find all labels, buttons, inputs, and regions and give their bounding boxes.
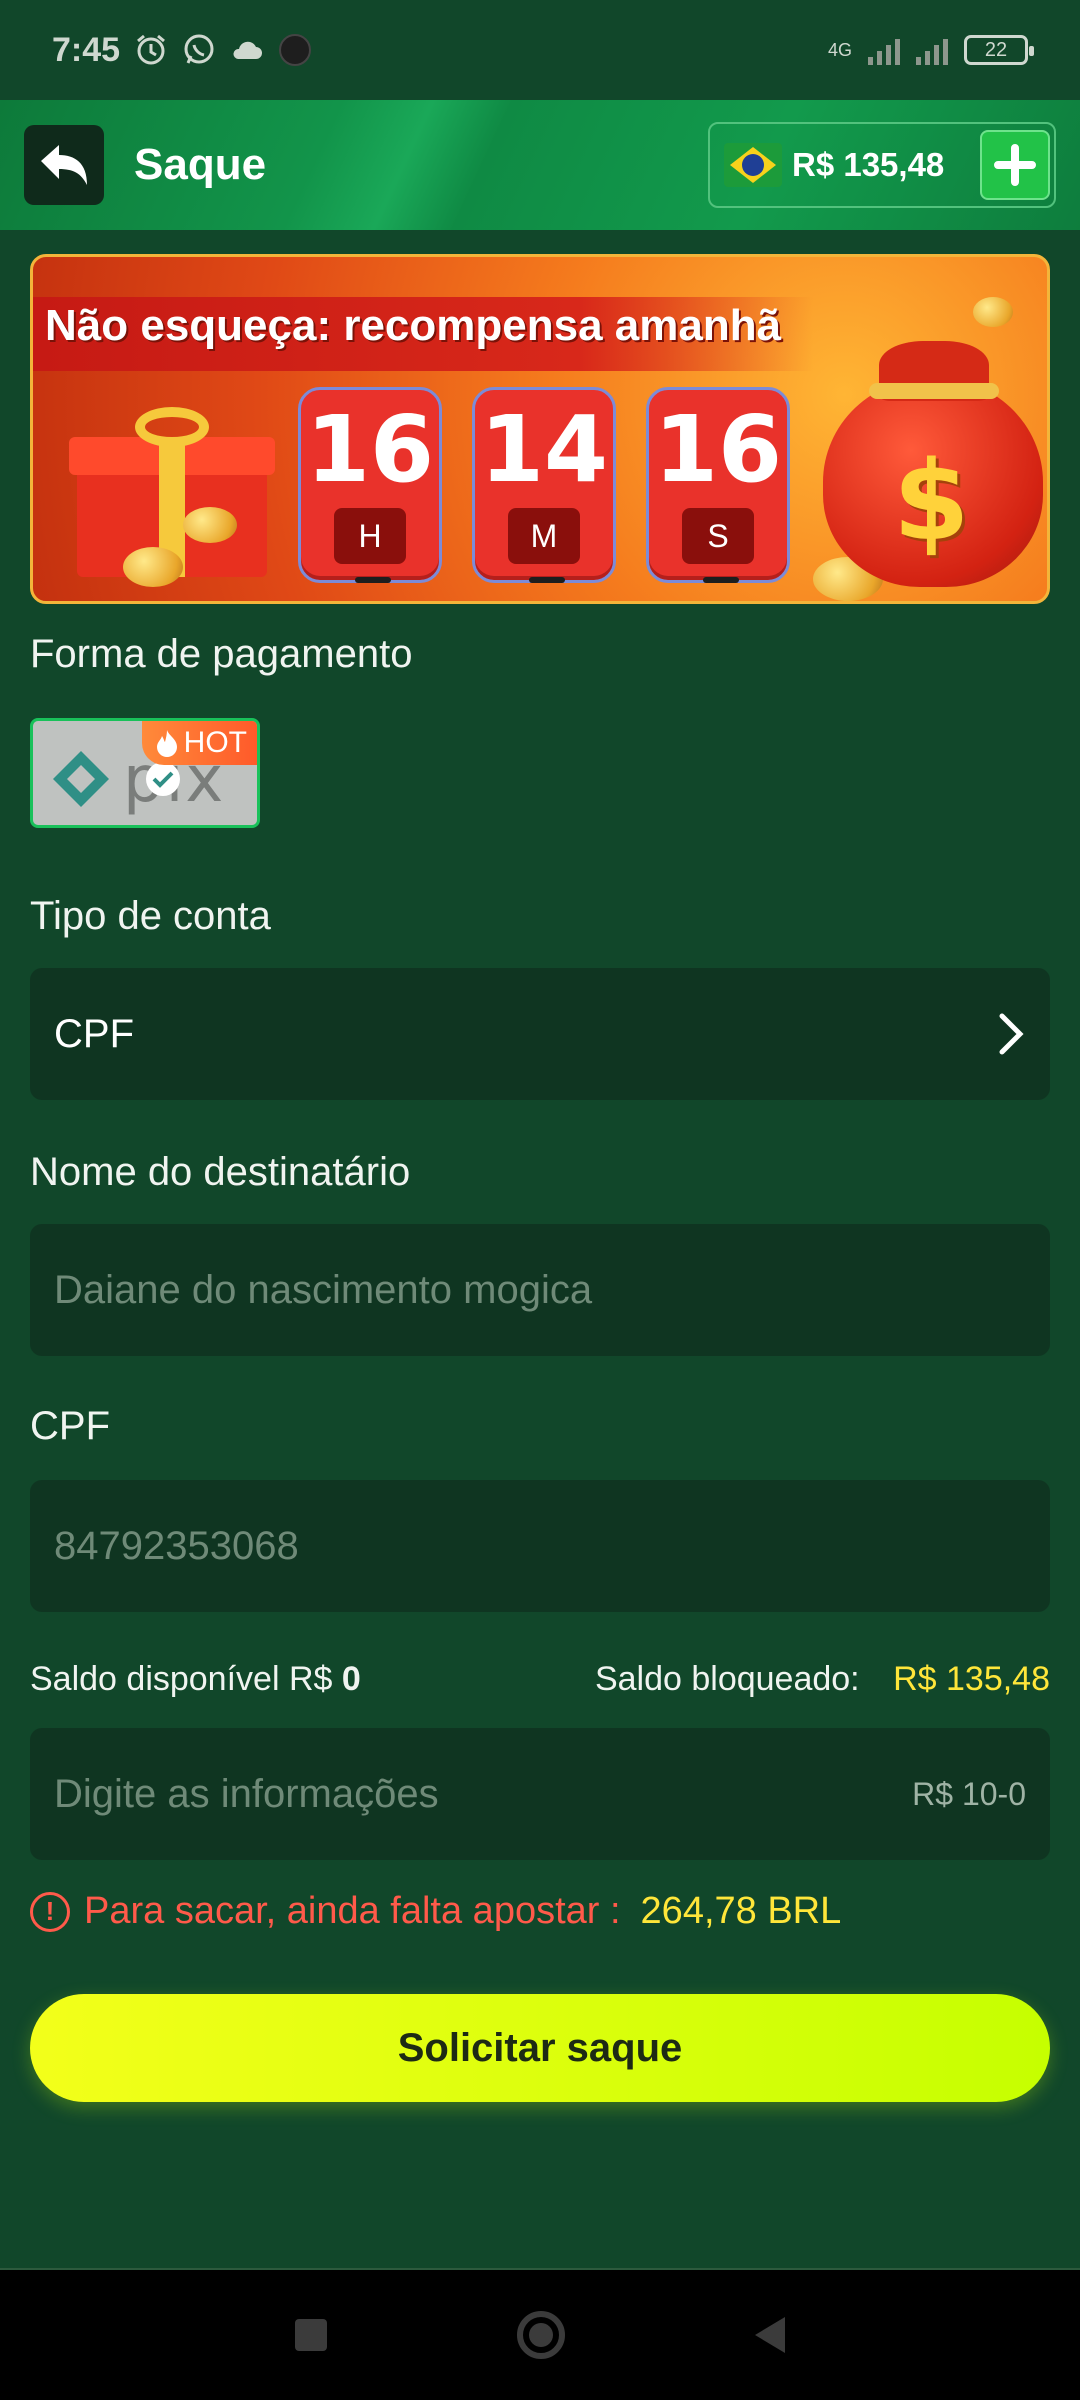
signal-icon-2 [916,35,948,65]
recents-button[interactable] [295,2319,327,2351]
brazil-flag-icon [724,143,782,187]
timer-minutes-value: 14 [479,396,609,503]
battery-level: 22 [984,38,1008,61]
amount-placeholder: Digite as informações [54,1771,439,1816]
warning-amount: 264,78 BRL [640,1890,842,1932]
recipient-name-input[interactable]: Daiane do nascimento mogica [30,1224,1050,1356]
status-time: 7:45 [52,30,121,69]
app-header: Saque R$ 135,48 [0,100,1080,230]
amount-range: R$ 10-0 [912,1775,1026,1812]
back-button[interactable] [24,125,104,205]
payment-method-label: Forma de pagamento [30,632,413,676]
timer-seconds-value: 16 [653,396,783,503]
timer-hours: 16 H [298,387,442,583]
plus-icon [994,144,1036,186]
status-bar: 7:45 4G 22 [0,0,1080,100]
cpf-input[interactable]: 84792353068 [30,1480,1050,1612]
alert-circle-icon: ! [30,1891,70,1932]
check-icon [146,762,180,796]
account-type-select[interactable]: CPF [30,968,1050,1100]
network-type: 4G [827,40,852,60]
timer-minutes-unit: M [508,508,580,564]
available-balance: Saldo disponível R$ 0 [30,1660,361,1699]
bet-requirement-warning: ! Para sacar, ainda falta apostar : 264,… [30,1890,841,1933]
timer-hours-unit: H [334,508,406,564]
blocked-balance-value: R$ 135,48 [893,1660,1050,1698]
withdraw-amount-input[interactable]: Digite as informações R$ 10-0 [30,1728,1050,1860]
timer-minutes: 14 M [472,387,616,583]
available-balance-label: Saldo disponível R$ [30,1660,333,1698]
hot-badge-label: HOT [183,726,247,759]
balance-info-row: Saldo disponível R$ 0 Saldo bloqueado: R… [30,1660,1050,1699]
alarm-icon [134,33,168,67]
fire-icon [156,730,177,757]
cloud-icon [230,33,264,67]
balance-display[interactable]: R$ 135,48 [708,122,1056,208]
recipient-name-placeholder: Daiane do nascimento mogica [54,1267,593,1312]
battery-icon: 22 [964,35,1034,65]
timer-seconds-unit: S [682,508,754,564]
app-icon [278,33,312,67]
reward-banner[interactable]: Não esqueça: recompensa amanhã $ 16 H 14… [30,254,1050,604]
account-type-value: CPF [54,1011,134,1056]
back-nav-button[interactable] [755,2317,785,2353]
balance-amount: R$ 135,48 [792,146,945,183]
cpf-label: CPF [30,1404,110,1448]
chevron-right-icon [999,1013,1024,1055]
timer-hours-value: 16 [305,396,435,503]
timer-seconds: 16 S [646,387,790,583]
blocked-balance: Saldo bloqueado: R$ 135,48 [595,1660,1050,1699]
whatsapp-icon [182,33,216,67]
system-nav-bar [0,2270,1080,2400]
request-withdraw-button[interactable]: Solicitar saque [30,1994,1050,2102]
page-title: Saque [134,140,267,189]
recipient-name-label: Nome do destinatário [30,1150,411,1194]
money-bag-image: $ [803,297,1047,597]
blocked-balance-label: Saldo bloqueado: [594,1660,860,1698]
pix-payment-option[interactable]: pix HOT [30,718,260,828]
back-arrow-icon [41,145,87,185]
account-type-label: Tipo de conta [30,894,271,938]
deposit-plus-button[interactable] [980,130,1050,200]
countdown-timer: 16 H 14 M 16 S [298,387,790,583]
signal-icon [868,35,900,65]
home-button[interactable] [517,2311,565,2359]
banner-title: Não esqueça: recompensa amanhã [45,301,782,350]
pix-logo-icon [53,751,109,807]
cpf-placeholder: 84792353068 [54,1523,299,1568]
hot-badge: HOT [141,721,257,765]
warning-text: Para sacar, ainda falta apostar : [84,1890,621,1932]
available-balance-value: 0 [341,1660,361,1698]
